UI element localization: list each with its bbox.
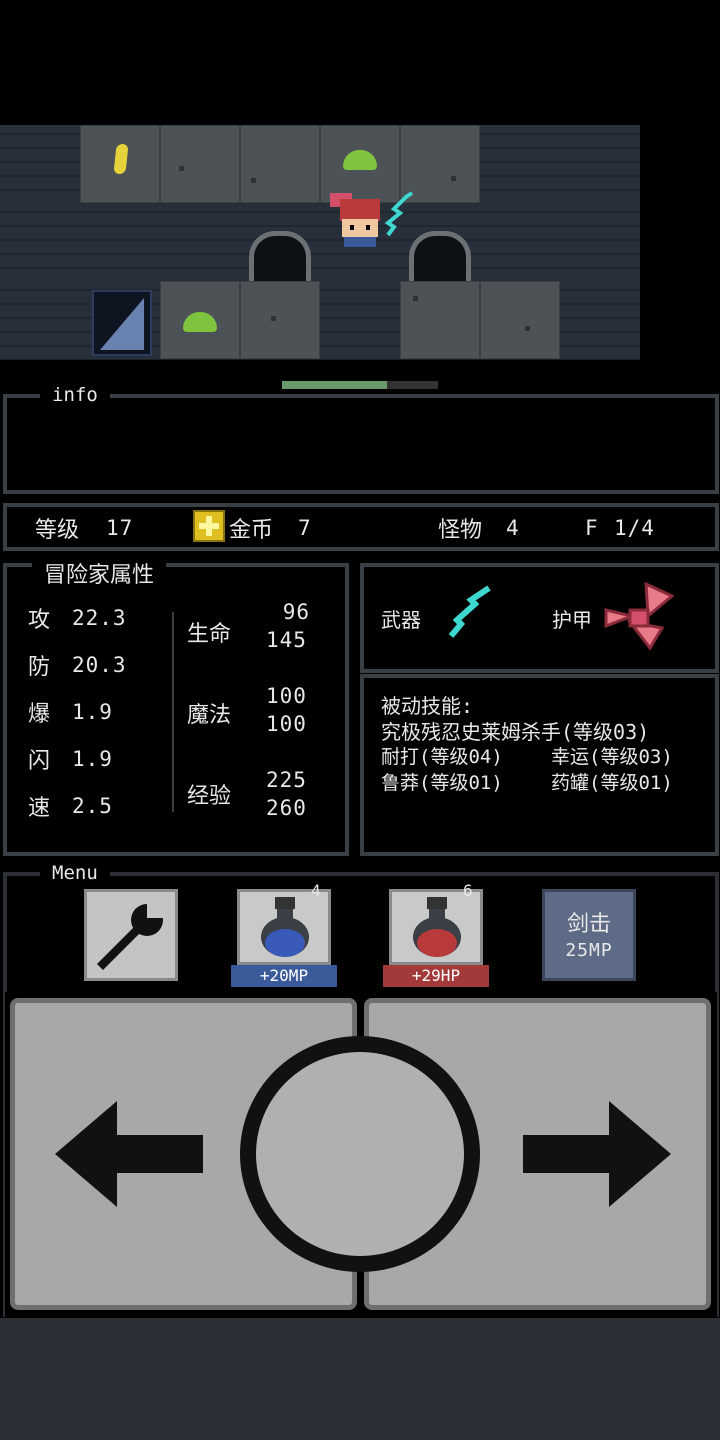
floor-tile	[240, 281, 320, 359]
level-progress-bar	[282, 381, 438, 389]
dungeon-map[interactable]	[0, 125, 640, 360]
skill-item: 耐打(等级04)	[381, 746, 503, 768]
stat-value: 20.3	[72, 653, 127, 677]
hp-potion-label: +29HP	[383, 965, 489, 987]
stat-value: 1.9	[72, 747, 113, 771]
attributes-title: 冒险家属性	[32, 557, 167, 589]
mp-potion-count: 4	[311, 881, 322, 900]
armor-label: 护甲	[552, 608, 592, 632]
stat-value: 22.3	[72, 606, 127, 630]
magic-max: 100	[266, 712, 307, 736]
skill-item: 药罐(等级01)	[551, 772, 673, 794]
stat-label: 爆	[28, 702, 51, 727]
lightning-sword-icon	[448, 585, 491, 638]
floor-tile	[160, 281, 240, 359]
monster-value: 4	[506, 516, 520, 540]
info-title: info	[40, 384, 110, 406]
life-current: 96	[282, 600, 310, 624]
gold-coin-icon	[193, 510, 225, 542]
life-label: 生命	[187, 622, 232, 647]
stat-label: 攻	[28, 608, 51, 633]
floor-value: 1/4	[614, 516, 655, 540]
stat-label: 闪	[28, 749, 51, 774]
hp-potion-count: 6	[463, 881, 474, 900]
skill-name: 剑击	[566, 912, 611, 937]
life-max: 145	[266, 628, 307, 652]
exp-max: 260	[266, 796, 307, 820]
slime-icon	[183, 312, 217, 332]
wall-tile	[0, 281, 80, 359]
red-potion-icon	[413, 897, 461, 957]
magic-label: 魔法	[187, 703, 232, 728]
wall-tile	[80, 203, 160, 281]
magic-current: 100	[266, 684, 307, 708]
bow-armor-icon	[604, 581, 675, 651]
stat-value: 1.9	[72, 700, 113, 724]
attributes-divider	[172, 612, 174, 812]
wall-tile	[560, 203, 640, 281]
sword-strike-skill-button[interactable]: 剑击 25MP	[542, 889, 636, 981]
door-tile	[240, 203, 320, 282]
skills-title: 被动技能:	[381, 694, 474, 718]
menu-title: Menu	[40, 862, 110, 884]
stat-label: 速	[28, 796, 51, 821]
left-arrow-icon	[55, 1101, 203, 1207]
stat-label: 防	[28, 655, 51, 680]
wrench-icon	[97, 904, 163, 970]
wall-tile	[560, 125, 640, 203]
skill-cost: 25MP	[565, 940, 613, 961]
gold-value: 7	[298, 516, 312, 540]
wall-tile	[160, 203, 240, 281]
wall-tile	[480, 125, 560, 203]
level-progress-fill	[282, 381, 387, 389]
info-panel	[3, 394, 719, 494]
skill-item: 幸运(等级03)	[551, 746, 673, 768]
floor-label: F	[585, 516, 599, 540]
level-label: 等级	[35, 518, 80, 543]
door-arch-icon	[409, 231, 471, 282]
floor-tile	[80, 125, 160, 203]
player-character	[322, 183, 418, 255]
wall-tile	[480, 203, 560, 281]
settings-button[interactable]	[84, 889, 178, 981]
exp-label: 经验	[187, 784, 232, 809]
wall-tile	[320, 281, 400, 359]
level-value: 17	[106, 516, 134, 540]
blue-potion-icon	[261, 897, 309, 957]
monster-label: 怪物	[438, 518, 483, 543]
action-button[interactable]	[240, 1036, 480, 1272]
skill-item: 鲁莽(等级01)	[381, 772, 503, 794]
wall-tile	[560, 281, 640, 359]
armor-slot[interactable]	[604, 581, 675, 651]
door-arch-icon	[249, 231, 311, 282]
floor-tile	[480, 281, 560, 359]
right-arrow-icon	[523, 1101, 671, 1207]
mp-potion-button[interactable]: 4 +20MP	[231, 881, 337, 989]
floor-tile	[240, 125, 320, 203]
gem-icon	[113, 144, 129, 174]
mp-potion-label: +20MP	[231, 965, 337, 987]
stairs-icon	[92, 290, 152, 356]
weapon-slot[interactable]	[445, 584, 501, 640]
hp-potion-button[interactable]: 6 +29HP	[383, 881, 489, 989]
bottom-area	[0, 1318, 720, 1440]
weapon-label: 武器	[381, 608, 421, 632]
floor-tile	[400, 281, 480, 359]
floor-tile	[160, 125, 240, 203]
stat-value: 2.5	[72, 794, 113, 818]
exp-current: 225	[266, 768, 307, 792]
wall-tile	[0, 125, 80, 203]
wall-tile	[0, 203, 80, 281]
slime-icon	[343, 150, 377, 170]
skill-line: 究极残忍史莱姆杀手(等级03)	[381, 720, 650, 744]
gold-label: 金币	[229, 518, 274, 543]
action-button-face	[256, 1052, 464, 1256]
